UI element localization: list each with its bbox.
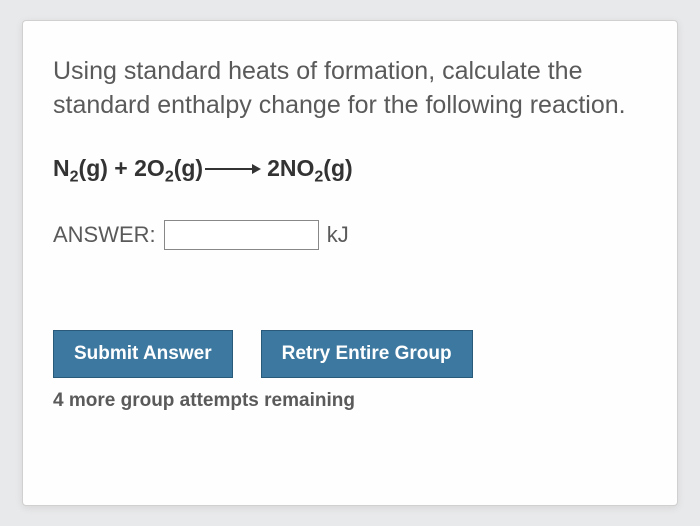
plus-sign: + [108,155,134,181]
answer-input[interactable] [164,220,319,250]
answer-row: ANSWER: kJ [53,220,647,250]
product-1: 2NO2(g) [267,155,353,181]
attempts-remaining: 4 more group attempts remaining [53,390,647,412]
answer-label: ANSWER: [53,222,156,248]
chemical-equation: N2(g) + 2O2(g) 2NO2(g) [53,155,647,187]
button-row: Submit Answer Retry Entire Group [53,330,647,378]
reactant-1: N2(g) [53,155,108,181]
submit-answer-button[interactable]: Submit Answer [53,330,233,378]
question-card: Using standard heats of formation, calcu… [22,20,678,506]
retry-group-button[interactable]: Retry Entire Group [261,330,473,378]
reactant-2: 2O2(g) [134,155,203,181]
answer-unit: kJ [327,222,349,248]
question-prompt: Using standard heats of formation, calcu… [53,55,647,123]
